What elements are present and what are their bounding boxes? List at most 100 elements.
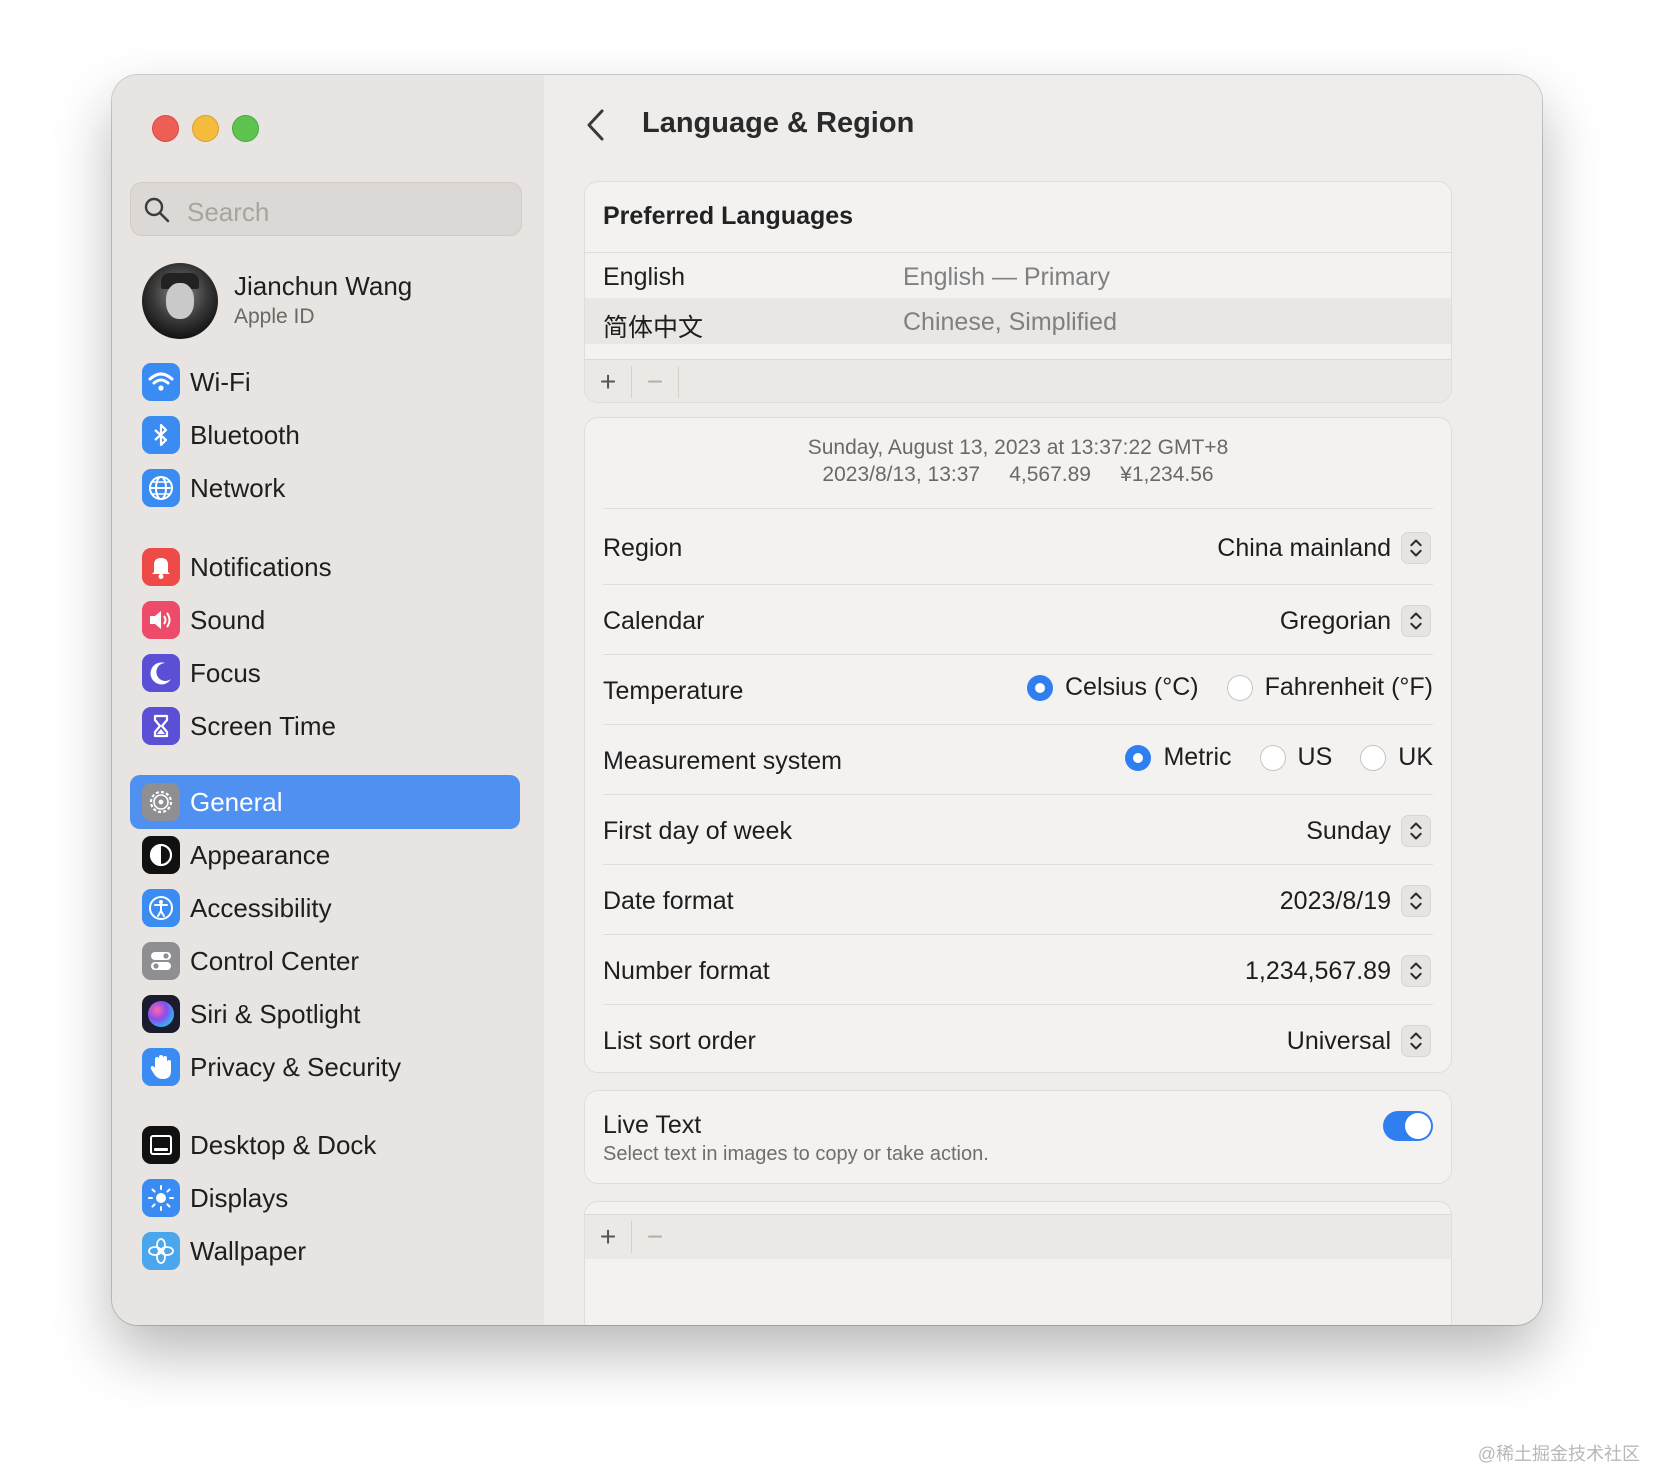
sidebar-item-label: Accessibility (190, 893, 332, 923)
sidebar-item-wallpaper[interactable]: Wallpaper (130, 1224, 520, 1278)
us-radio[interactable] (1259, 744, 1286, 771)
remove-language-button[interactable]: − (632, 360, 678, 402)
sidebar-item-label: Sound (190, 605, 266, 635)
sidebar: Search Jianchun Wang Apple ID Wi-Fi Blue… (112, 75, 545, 1325)
uk-label: UK (1398, 743, 1433, 771)
add-language-button[interactable]: + (585, 360, 631, 402)
fahrenheit-label: Fahrenheit (°F) (1264, 673, 1433, 701)
bluetooth-icon (142, 416, 180, 454)
first-day-value[interactable]: Sunday (1306, 817, 1391, 846)
sidebar-item-label: Wi-Fi (190, 367, 251, 397)
calendar-label: Calendar (603, 607, 705, 635)
uk-radio[interactable] (1360, 744, 1387, 771)
region-formats-card: Sunday, August 13, 2023 at 13:37:22 GMT+… (584, 417, 1452, 1073)
apple-id-profile[interactable]: Jianchun Wang Apple ID (142, 263, 522, 343)
celsius-radio[interactable] (1026, 674, 1053, 701)
date-format-row: Date format 2023/8/19 (603, 864, 1433, 935)
calendar-value[interactable]: Gregorian (1280, 607, 1391, 636)
sidebar-item-accessibility[interactable]: Accessibility (130, 881, 520, 935)
sidebar-item-label: Siri & Spotlight (190, 999, 361, 1029)
region-stepper-icon[interactable] (1401, 532, 1431, 564)
sidebar-item-appearance[interactable]: Appearance (130, 828, 520, 882)
sidebar-item-focus[interactable]: Focus (130, 646, 520, 700)
sidebar-item-sound[interactable]: Sound (130, 593, 520, 647)
add-button[interactable]: + (585, 1215, 631, 1259)
sun-icon (142, 1179, 180, 1217)
uk-option[interactable]: UK (1360, 743, 1433, 772)
language-name: English (603, 263, 685, 291)
first-day-stepper-icon[interactable] (1401, 815, 1431, 847)
moon-icon (142, 654, 180, 692)
fahrenheit-option[interactable]: Fahrenheit (°F) (1226, 673, 1433, 702)
metric-label: Metric (1163, 743, 1232, 771)
number-format-label: Number format (603, 957, 770, 985)
minimize-window-button[interactable] (192, 115, 219, 142)
back-chevron-icon[interactable] (582, 107, 610, 143)
live-text-title: Live Text (603, 1111, 702, 1139)
language-row-english[interactable]: English English — Primary (585, 252, 1451, 299)
search-icon (144, 197, 170, 223)
sidebar-item-wifi[interactable]: Wi-Fi (130, 355, 520, 409)
preferred-languages-card: Preferred Languages English English — Pr… (584, 181, 1452, 403)
wifi-icon (142, 363, 180, 401)
siri-icon (142, 995, 180, 1033)
fahrenheit-radio[interactable] (1226, 674, 1253, 701)
remove-button[interactable]: − (632, 1215, 678, 1259)
sidebar-item-displays[interactable]: Displays (130, 1171, 520, 1225)
close-window-button[interactable] (152, 115, 179, 142)
sidebar-item-label: Desktop & Dock (190, 1130, 377, 1160)
temperature-radio-group: Celsius (°C) Fahrenheit (°F) (999, 673, 1433, 702)
us-option[interactable]: US (1259, 743, 1333, 772)
metric-option[interactable]: Metric (1125, 743, 1232, 772)
toggles-icon (142, 942, 180, 980)
sidebar-item-notifications[interactable]: Notifications (130, 540, 520, 594)
sidebar-item-control-center[interactable]: Control Center (130, 934, 520, 988)
language-row-chinese[interactable]: 简体中文 Chinese, Simplified (585, 298, 1451, 344)
number-format-value[interactable]: 1,234,567.89 (1245, 957, 1391, 986)
celsius-label: Celsius (°C) (1064, 673, 1199, 701)
language-description: Chinese, Simplified (903, 308, 1117, 336)
sidebar-item-screen-time[interactable]: Screen Time (130, 699, 520, 753)
bell-icon (142, 548, 180, 586)
live-text-toggle[interactable] (1383, 1111, 1433, 1141)
language-name: 简体中文 (603, 314, 704, 342)
accessibility-icon (142, 889, 180, 927)
sidebar-item-label: Privacy & Security (190, 1052, 401, 1082)
format-preview-line1: Sunday, August 13, 2023 at 13:37:22 GMT+… (807, 436, 1229, 459)
search-field[interactable]: Search (130, 182, 522, 236)
temperature-label: Temperature (603, 677, 744, 705)
number-format-stepper-icon[interactable] (1401, 955, 1431, 987)
sidebar-item-general[interactable]: General (130, 775, 520, 829)
sidebar-item-label: Focus (190, 658, 261, 688)
sidebar-item-label: Screen Time (190, 711, 336, 741)
avatar (142, 263, 218, 339)
list-sort-stepper-icon[interactable] (1401, 1025, 1431, 1057)
speaker-icon (142, 601, 180, 639)
measurement-label: Measurement system (603, 747, 842, 775)
appearance-icon (142, 836, 180, 874)
metric-radio[interactable] (1125, 744, 1152, 771)
sidebar-item-desktop-dock[interactable]: Desktop & Dock (130, 1118, 520, 1172)
calendar-stepper-icon[interactable] (1401, 605, 1431, 637)
globe-icon (142, 469, 180, 507)
celsius-option[interactable]: Celsius (°C) (1026, 673, 1199, 702)
languages-toolbar: + − (585, 359, 1451, 402)
us-label: US (1297, 743, 1333, 771)
sidebar-item-label: Displays (190, 1183, 289, 1213)
date-format-value[interactable]: 2023/8/19 (1280, 887, 1391, 916)
list-sort-value[interactable]: Universal (1287, 1027, 1391, 1056)
main-pane: Language & Region Preferred Languages En… (544, 75, 1542, 1325)
live-text-card: Live Text Select text in images to copy … (584, 1090, 1452, 1184)
sidebar-item-label: Network (190, 473, 286, 503)
settings-window: Search Jianchun Wang Apple ID Wi-Fi Blue… (112, 75, 1542, 1325)
sidebar-item-siri-spotlight[interactable]: Siri & Spotlight (130, 987, 520, 1041)
sidebar-item-privacy-security[interactable]: Privacy & Security (130, 1040, 520, 1094)
sidebar-item-network[interactable]: Network (130, 461, 520, 515)
date-format-stepper-icon[interactable] (1401, 885, 1431, 917)
zoom-window-button[interactable] (232, 115, 259, 142)
page-title: Language & Region (642, 107, 915, 139)
region-value[interactable]: China mainland (1217, 534, 1391, 563)
sidebar-item-bluetooth[interactable]: Bluetooth (130, 408, 520, 462)
preferred-languages-header: Preferred Languages (603, 202, 854, 230)
sidebar-item-label: Appearance (190, 840, 331, 870)
